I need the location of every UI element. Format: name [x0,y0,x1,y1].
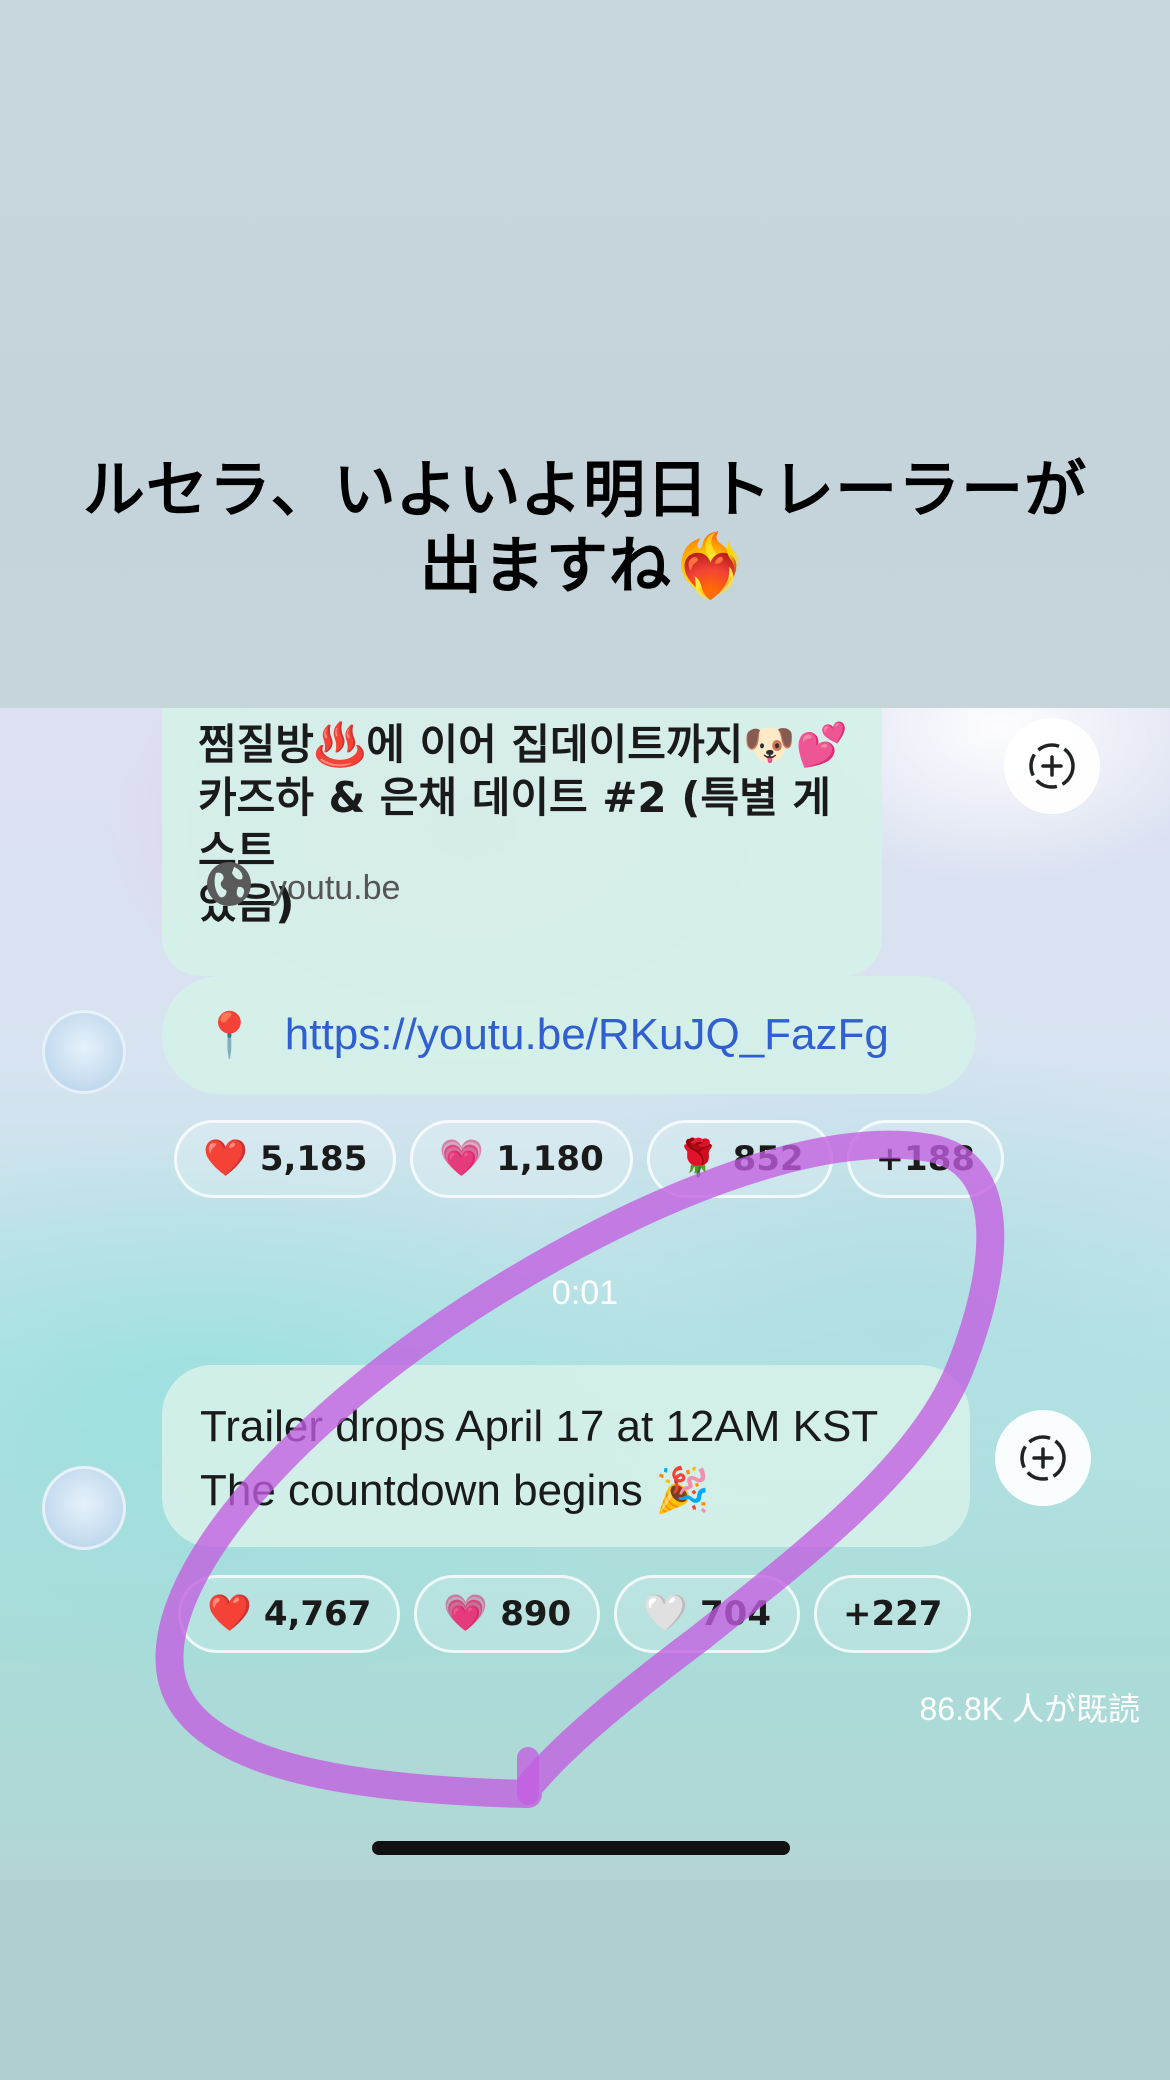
highlight-scribble [155,1130,1005,1808]
story-headline: ルセラ、いよいよ明日トレーラーが 出ますね❤️‍🔥 [0,452,1170,604]
story-bottom-band [0,1880,1170,2080]
headline-line-1: ルセラ、いよいよ明日トレーラーが [82,453,1088,526]
home-indicator [372,1841,790,1855]
headline-line-2: 出ますね❤️‍🔥 [419,529,751,602]
chat-screenshot: 찜질방♨️에 이어 집데이트까지🐶💕 카즈하 & 은채 데이트 #2 (특별 게… [0,708,1170,1880]
